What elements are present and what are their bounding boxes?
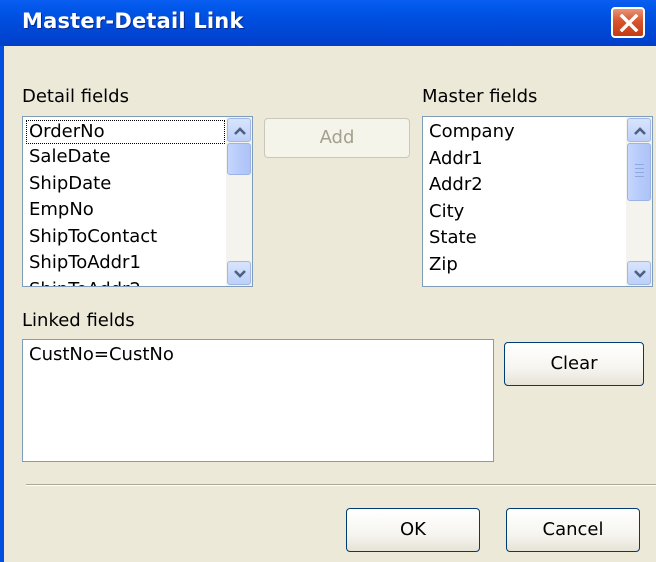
list-item[interactable]: ShipToAddr2 xyxy=(26,277,225,287)
list-item[interactable]: Zip xyxy=(426,252,625,279)
master-fields-list[interactable]: Company Addr1 Addr2 City State Zip xyxy=(422,116,653,287)
list-item[interactable]: CustNo=CustNo xyxy=(26,342,493,369)
list-item[interactable]: EmpNo xyxy=(26,197,225,224)
chevron-down-icon xyxy=(234,270,246,278)
list-item[interactable]: ShipDate xyxy=(26,171,225,198)
cancel-button-label: Cancel xyxy=(542,519,604,540)
separator xyxy=(26,484,656,486)
title-bar[interactable]: Master-Detail Link xyxy=(0,0,656,46)
master-scrollbar[interactable] xyxy=(626,117,652,286)
add-button[interactable]: Add xyxy=(264,118,410,158)
chevron-down-icon xyxy=(634,270,646,278)
list-item[interactable]: State xyxy=(426,225,625,252)
scroll-down-button[interactable] xyxy=(627,261,651,285)
window-title: Master-Detail Link xyxy=(22,9,244,33)
scroll-up-button[interactable] xyxy=(627,118,651,142)
linked-fields-list[interactable]: CustNo=CustNo xyxy=(22,339,494,462)
list-item[interactable]: OrderNo xyxy=(26,120,225,144)
scroll-down-button[interactable] xyxy=(227,261,251,285)
close-button[interactable] xyxy=(611,7,645,38)
scroll-thumb[interactable] xyxy=(227,143,251,175)
scroll-up-button[interactable] xyxy=(227,118,251,142)
detail-fields-label: Detail fields xyxy=(22,86,129,107)
dialog-body: Detail fields OrderNo SaleDate ShipDate … xyxy=(0,46,656,562)
list-item[interactable]: ShipToAddr1 xyxy=(26,250,225,277)
clear-button[interactable]: Clear xyxy=(504,342,644,386)
close-icon xyxy=(619,14,639,32)
chevron-up-icon xyxy=(634,127,646,135)
clear-button-label: Clear xyxy=(550,353,598,374)
chevron-up-icon xyxy=(234,127,246,135)
list-item[interactable]: ShipToContact xyxy=(26,224,225,251)
cancel-button[interactable]: Cancel xyxy=(506,508,640,552)
list-item[interactable]: Addr1 xyxy=(426,146,625,173)
ok-button[interactable]: OK xyxy=(346,508,480,552)
add-button-label: Add xyxy=(319,127,355,148)
list-item[interactable]: SaleDate xyxy=(26,144,225,171)
scroll-thumb[interactable] xyxy=(627,143,651,201)
ok-button-label: OK xyxy=(400,519,426,540)
list-item[interactable]: City xyxy=(426,199,625,226)
linked-fields-label: Linked fields xyxy=(22,310,135,331)
list-item[interactable]: Company xyxy=(426,119,625,146)
master-fields-label: Master fields xyxy=(422,86,538,107)
list-item[interactable]: Addr2 xyxy=(426,172,625,199)
detail-fields-list[interactable]: OrderNo SaleDate ShipDate EmpNo ShipToCo… xyxy=(22,116,253,287)
detail-scrollbar[interactable] xyxy=(226,117,252,286)
